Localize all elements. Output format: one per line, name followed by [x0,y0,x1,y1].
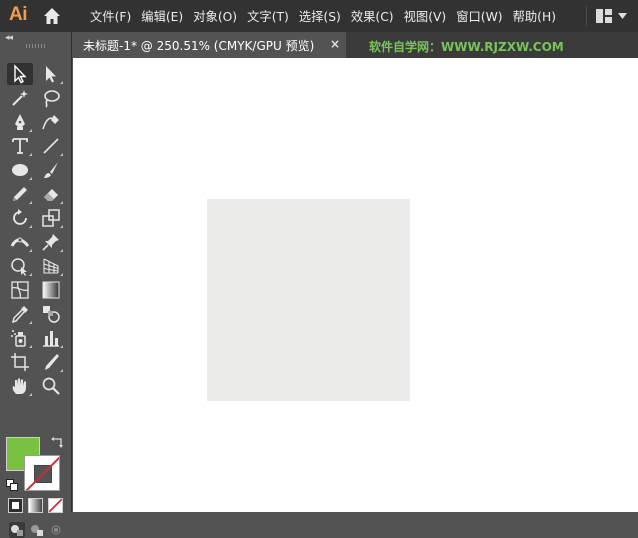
slice-knife-icon [45,354,59,370]
symbol-sprayer-icon [11,330,26,347]
type-tool[interactable] [7,135,33,157]
curvature-pen-icon [42,115,59,130]
artboard-canvas[interactable] [73,58,638,512]
paintbrush-tool[interactable] [38,159,64,181]
lasso-icon [44,90,60,108]
menu-items: 文件(F) 编辑(E) 对象(O) 文字(T) 选择(S) 效果(C) 视图(V… [90,0,556,32]
swap-fill-stroke-icon[interactable] [50,436,64,450]
eraser-tool[interactable] [38,183,64,205]
hand-tool[interactable] [7,375,33,397]
home-icon[interactable] [42,6,62,26]
close-icon[interactable]: × [330,37,340,51]
rectangle-shape[interactable] [207,199,410,401]
menu-bar: Ai 文件(F) 编辑(E) 对象(O) 文字(T) 选择(S) 效果(C) 视… [0,0,638,32]
shape-builder-tool[interactable] [7,255,33,277]
menu-view[interactable]: 视图(V) [404,7,447,25]
pencil-tool[interactable] [7,183,33,205]
color-mode-button[interactable] [8,498,23,513]
column-graph-icon [43,331,59,347]
curvature-tool[interactable] [38,111,64,133]
pen-tool[interactable] [7,111,33,133]
scale-tool[interactable] [38,207,64,229]
symbol-sprayer-tool[interactable] [7,327,33,349]
artboard-tool[interactable] [7,351,33,373]
slice-tool[interactable] [38,351,64,373]
none-mode-button[interactable] [48,498,63,513]
selection-arrow-icon [14,64,27,84]
direct-selection-tool[interactable] [38,63,64,85]
blend-icon [43,306,60,323]
rotate-icon [13,209,27,225]
perspective-grid-tool[interactable] [38,255,64,277]
column-graph-tool[interactable] [38,327,64,349]
none-slash-icon [49,499,62,512]
scale-icon [42,209,60,227]
zoom-magnifier-icon [42,377,60,395]
menu-object[interactable]: 对象(O) [193,7,237,25]
zoom-tool[interactable] [38,375,64,397]
document-tab-bar: 未标题-1* @ 250.51% (CMYK/GPU 预览) × 软件自学网：W… [73,32,638,58]
app-logo: Ai [9,4,28,25]
width-tool-icon [10,237,30,247]
magic-wand-icon [12,90,28,106]
menu-divider [586,6,587,26]
menu-edit[interactable]: 编辑(E) [141,7,183,25]
draw-normal-icon[interactable] [9,522,25,538]
magic-wand-tool[interactable] [7,87,33,109]
document-tab[interactable]: 未标题-1* @ 250.51% (CMYK/GPU 预览) × [73,32,346,58]
lasso-tool[interactable] [38,87,64,109]
eyedropper-tool[interactable] [7,303,33,325]
line-segment-tool[interactable] [38,135,64,157]
workspace-switcher-icon[interactable] [596,8,612,24]
menu-help[interactable]: 帮助(H) [513,7,556,25]
paintbrush-icon [44,162,58,178]
mesh-tool[interactable] [7,279,33,301]
draw-inside-icon[interactable] [48,522,64,538]
hand-icon [12,378,26,394]
shape-builder-icon [11,258,27,276]
collapse-panel-icon[interactable]: ◂◂ [5,33,13,43]
blend-tool[interactable] [38,303,64,325]
perspective-grid-icon [43,258,59,274]
menu-window[interactable]: 窗口(W) [456,7,502,25]
chevron-down-icon[interactable] [618,13,627,19]
width-tool[interactable] [7,231,33,253]
menu-select[interactable]: 选择(S) [299,7,341,25]
draw-behind-icon[interactable] [29,522,45,538]
menu-type[interactable]: 文字(T) [247,7,289,25]
pen-nib-icon [15,114,25,130]
pushpin-icon [42,234,59,251]
puppet-warp-tool[interactable] [38,231,64,253]
eraser-icon [44,189,58,201]
pencil-icon [13,187,27,201]
selection-tool[interactable] [7,63,33,85]
panel-grip[interactable] [26,44,46,48]
gradient-tool[interactable] [38,279,64,301]
mesh-icon [11,281,29,299]
eyedropper-icon [11,306,28,324]
tools-panel: ◂◂ [0,32,72,538]
menu-file[interactable]: 文件(F) [90,7,131,25]
gradient-icon [42,281,60,299]
direct-selection-arrow-icon [46,66,56,83]
type-t-icon [12,138,28,154]
document-tab-title: 未标题-1* @ 250.51% (CMYK/GPU 预览) [83,38,315,53]
watermark-text: 软件自学网：WWW.RJZXW.COM [369,40,564,54]
gradient-mode-button[interactable] [28,498,43,513]
ellipse-tool[interactable] [7,159,33,181]
default-fill-stroke-icon[interactable] [6,479,18,491]
stroke-color-swatch[interactable] [24,455,60,491]
none-slash-icon [25,456,59,490]
artboard-icon [11,353,29,371]
menu-effect[interactable]: 效果(C) [351,7,394,25]
ellipse-icon [12,164,28,176]
line-segment-icon [43,138,59,154]
rotate-tool[interactable] [7,207,33,229]
